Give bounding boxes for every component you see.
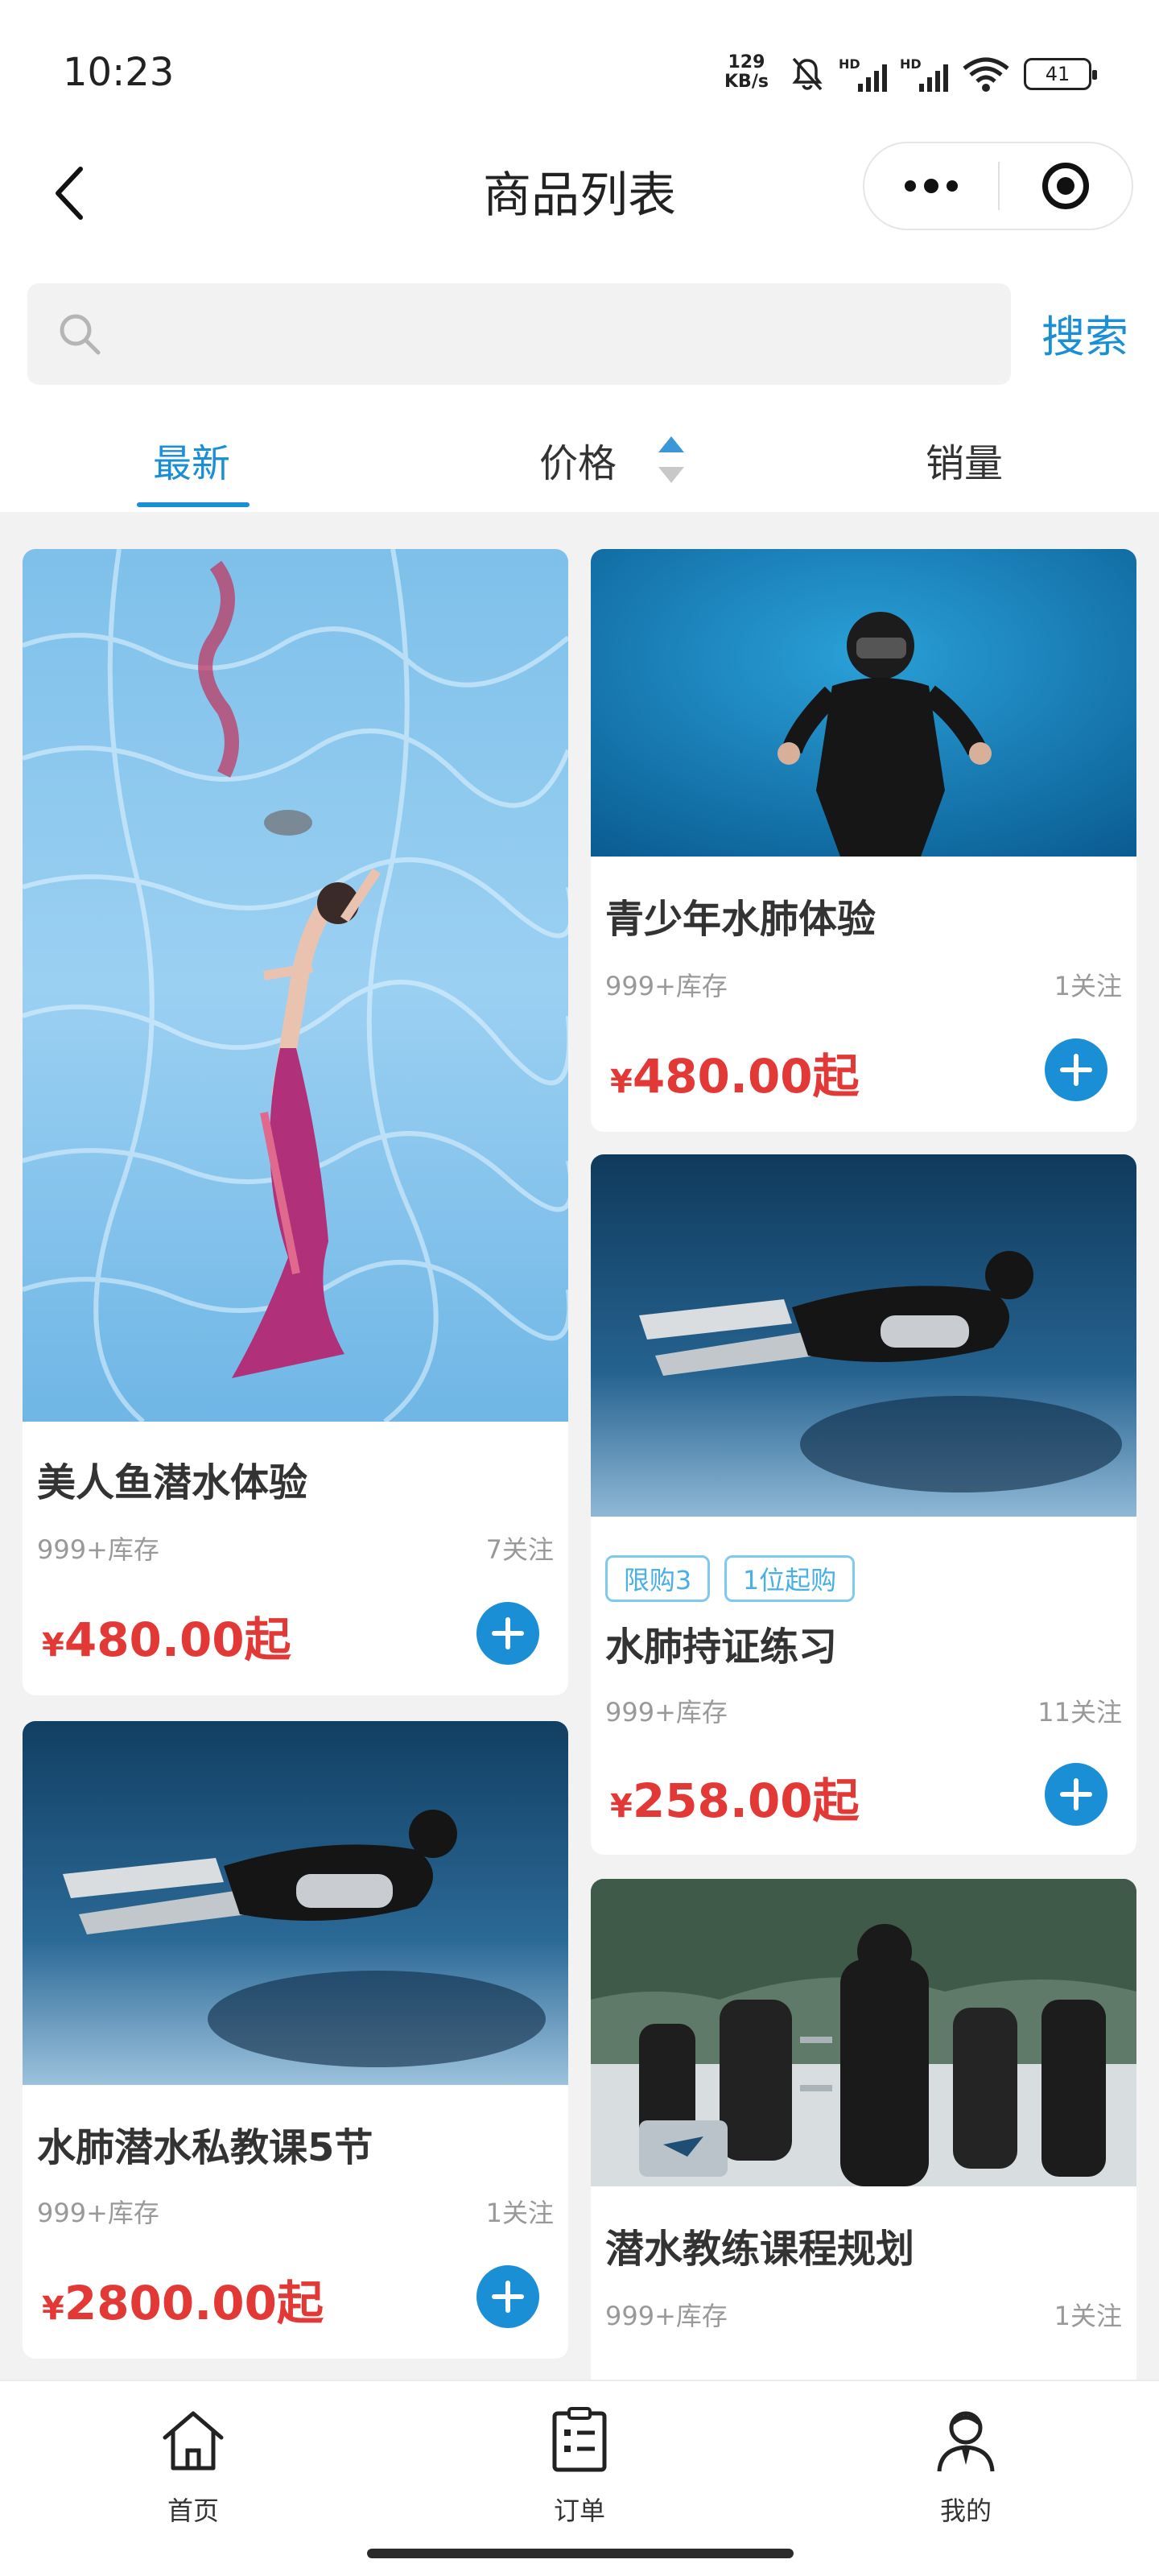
product-image xyxy=(23,1721,568,2085)
tab-price[interactable]: 价格 xyxy=(539,431,617,488)
tabbar-label: 首页 xyxy=(167,2496,219,2526)
product-card[interactable]: 限购3 1位起购 水肺持证练习 999+库存 11关注 ¥258.00起 xyxy=(591,1154,1136,1855)
wifi-icon xyxy=(963,57,1009,92)
home-icon xyxy=(163,2411,224,2471)
product-price: ¥2800.00起 xyxy=(42,2265,324,2333)
network-speed: 129 KB/s xyxy=(724,53,769,92)
product-image xyxy=(23,549,568,1422)
signal-1-icon: HD xyxy=(839,56,887,92)
plus-icon xyxy=(1060,1778,1092,1810)
product-follow-count: 7关注 xyxy=(485,1534,554,1565)
min-purchase-tag: 1位起购 xyxy=(724,1555,855,1602)
battery-level: 41 xyxy=(1045,63,1070,85)
status-time: 10:23 xyxy=(63,50,175,95)
price-amount: 480.00起 xyxy=(64,1612,291,1667)
product-stock: 999+库存 xyxy=(605,1697,728,1728)
product-card[interactable]: 青少年水肺体验 999+库存 1关注 ¥480.00起 xyxy=(591,549,1136,1132)
product-price: ¥258.00起 xyxy=(610,1763,860,1831)
add-to-cart-button[interactable] xyxy=(1045,1038,1107,1101)
plus-icon xyxy=(492,2281,524,2313)
signal-2-icon: HD xyxy=(900,56,948,92)
product-stock: 999+库存 xyxy=(605,971,728,1001)
product-title: 青少年水肺体验 xyxy=(605,897,876,942)
tabbar-label: 我的 xyxy=(939,2496,992,2526)
product-image xyxy=(591,1154,1136,1517)
sort-tabs: 最新 价格 销量 xyxy=(0,407,1159,512)
product-follow-count: 1关注 xyxy=(485,2198,554,2228)
home-indicator xyxy=(367,2549,794,2558)
product-stock: 999+库存 xyxy=(37,1534,159,1565)
purchase-limit-tag: 限购3 xyxy=(605,1555,710,1602)
product-title: 水肺潜水私教课5节 xyxy=(37,2125,373,2170)
battery-icon: 41 xyxy=(1024,58,1097,90)
tabbar-item-home[interactable]: 首页 xyxy=(113,2405,274,2528)
price-amount: 258.00起 xyxy=(632,1773,860,1828)
product-card[interactable]: 水肺潜水私教课5节 999+库存 1关注 ¥2800.00起 xyxy=(23,1721,568,2359)
bottom-tab-bar: 首页 订单 我的 xyxy=(0,2380,1159,2576)
price-amount: 2800.00起 xyxy=(64,2276,324,2330)
add-to-cart-button[interactable] xyxy=(1045,1763,1107,1826)
product-stock: 999+库存 xyxy=(605,2301,728,2331)
sort-arrows-icon[interactable] xyxy=(655,431,687,488)
network-speed-value: 129 xyxy=(728,52,765,72)
add-to-cart-button[interactable] xyxy=(476,1602,539,1665)
search-icon xyxy=(60,314,101,355)
target-icon xyxy=(1041,163,1089,209)
search-bar: 搜索 xyxy=(0,270,1159,407)
order-icon xyxy=(552,2407,607,2472)
network-speed-unit: KB/s xyxy=(724,72,769,92)
product-title: 潜水教练课程规划 xyxy=(605,2227,915,2272)
plus-icon xyxy=(492,1617,524,1649)
more-button[interactable] xyxy=(864,143,998,229)
price-amount: 480.00起 xyxy=(632,1049,860,1104)
currency-symbol: ¥ xyxy=(610,1063,633,1100)
tab-sales[interactable]: 销量 xyxy=(926,431,1003,488)
product-image xyxy=(591,1879,1136,2186)
product-follow-count: 1关注 xyxy=(1054,2301,1122,2331)
status-bar: 10:23 129 KB/s HD HD 41 xyxy=(0,0,1159,142)
currency-symbol: ¥ xyxy=(610,1788,633,1825)
product-card[interactable]: 美人鱼潜水体验 999+库存 7关注 ¥480.00起 xyxy=(23,549,568,1695)
nav-bar: 商品列表 xyxy=(0,142,1159,270)
tabbar-item-profile[interactable]: 我的 xyxy=(885,2405,1046,2528)
product-image xyxy=(591,549,1136,857)
status-icons: HD HD 41 xyxy=(789,52,1097,97)
tab-active-indicator xyxy=(137,502,250,507)
product-card[interactable]: 潜水教练课程规划 999+库存 1关注 xyxy=(591,1879,1136,2442)
tab-newest[interactable]: 最新 xyxy=(153,431,230,488)
product-title: 美人鱼潜水体验 xyxy=(37,1460,308,1505)
user-icon xyxy=(937,2411,995,2472)
product-stock: 999+库存 xyxy=(37,2198,159,2228)
search-input[interactable] xyxy=(27,283,1011,385)
tabbar-label: 订单 xyxy=(553,2496,605,2526)
currency-symbol: ¥ xyxy=(42,1627,64,1664)
mute-bell-icon xyxy=(792,57,823,91)
search-button[interactable]: 搜索 xyxy=(1041,301,1128,365)
close-button[interactable] xyxy=(1000,143,1132,229)
product-follow-count: 11关注 xyxy=(1037,1697,1122,1728)
product-price: ¥480.00起 xyxy=(42,1602,291,1670)
product-follow-count: 1关注 xyxy=(1054,971,1122,1001)
product-price: ¥480.00起 xyxy=(610,1038,860,1106)
add-to-cart-button[interactable] xyxy=(476,2265,539,2328)
mini-program-capsule xyxy=(863,142,1133,230)
product-title: 水肺持证练习 xyxy=(605,1624,838,1670)
currency-symbol: ¥ xyxy=(42,2290,64,2327)
plus-icon xyxy=(1060,1054,1092,1086)
tabbar-item-orders[interactable]: 订单 xyxy=(499,2405,660,2528)
